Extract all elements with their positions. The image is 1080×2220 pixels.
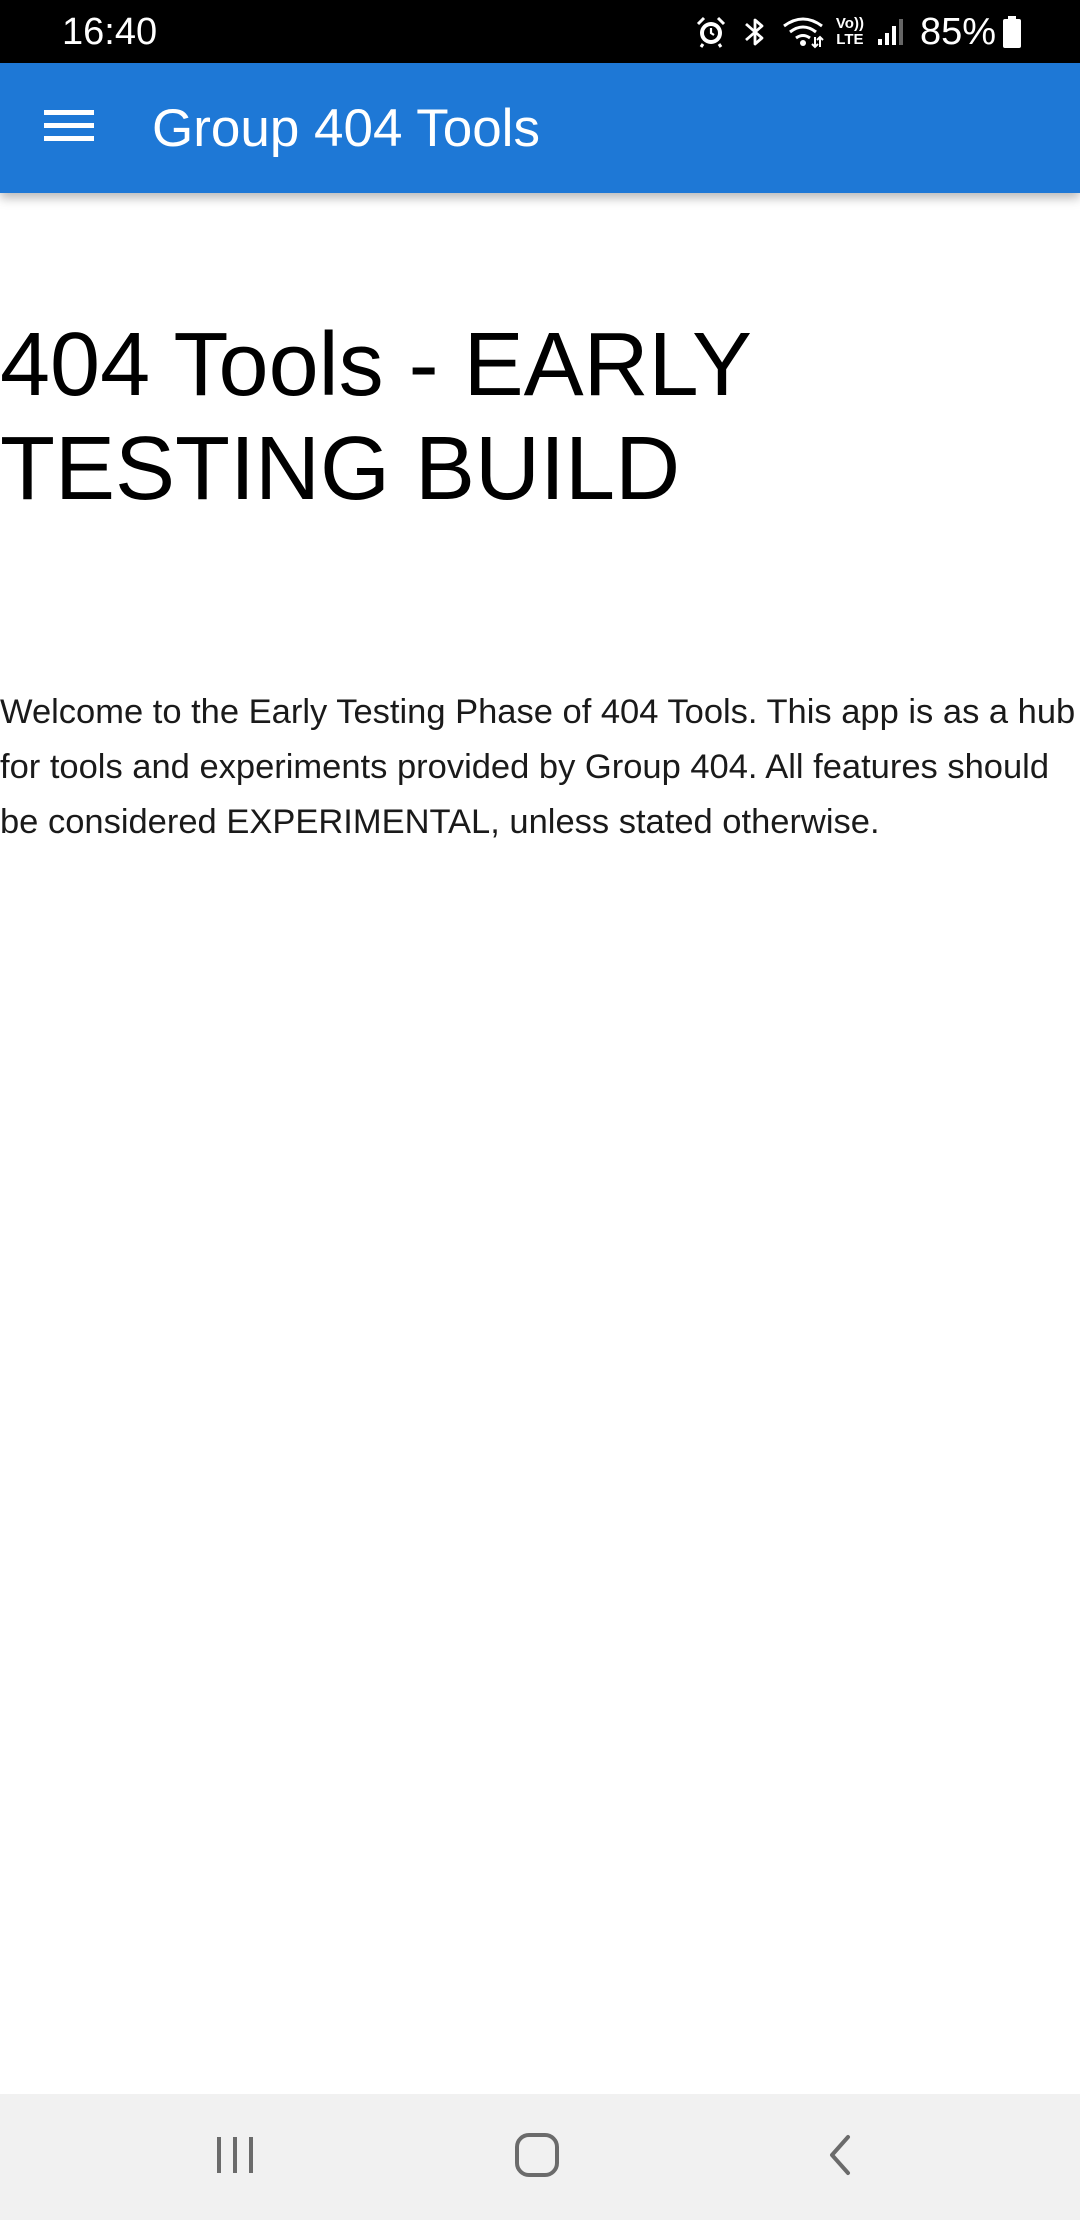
volte-icon: Vo)) LTE (836, 16, 864, 48)
page-heading: 404 Tools - EARLY TESTING BUILD (0, 315, 751, 519)
welcome-text: Welcome to the Early Testing Phase of 40… (0, 693, 1076, 841)
home-icon (514, 2132, 560, 2183)
home-button[interactable] (492, 2122, 582, 2192)
app-title: Group 404 Tools (152, 99, 540, 158)
battery-percentage: 85% (919, 11, 996, 53)
volte-bottom-label: LTE (836, 31, 864, 48)
screen: 16:40 Vo)) LTE 85% Group 404 Tools 404 T… (0, 0, 1080, 2220)
signal-icon (876, 17, 906, 47)
navigation-bar (0, 2094, 1080, 2220)
wifi-icon (782, 15, 824, 49)
alarm-icon (694, 15, 728, 49)
volte-top-label: Vo)) (835, 15, 864, 32)
back-icon (824, 2133, 854, 2182)
status-icons: Vo)) LTE 85% (682, 10, 1022, 54)
status-bar: 16:40 Vo)) LTE 85% (0, 0, 1080, 63)
app-bar: Group 404 Tools (0, 63, 1080, 193)
battery-icon (1002, 15, 1022, 49)
hamburger-menu-icon (44, 108, 94, 149)
bluetooth-icon (740, 14, 770, 50)
menu-button[interactable] (34, 93, 104, 163)
back-button[interactable] (794, 2122, 884, 2192)
recent-apps-icon (213, 2135, 257, 2180)
recent-apps-button[interactable] (190, 2122, 280, 2192)
status-time: 16:40 (62, 11, 158, 53)
